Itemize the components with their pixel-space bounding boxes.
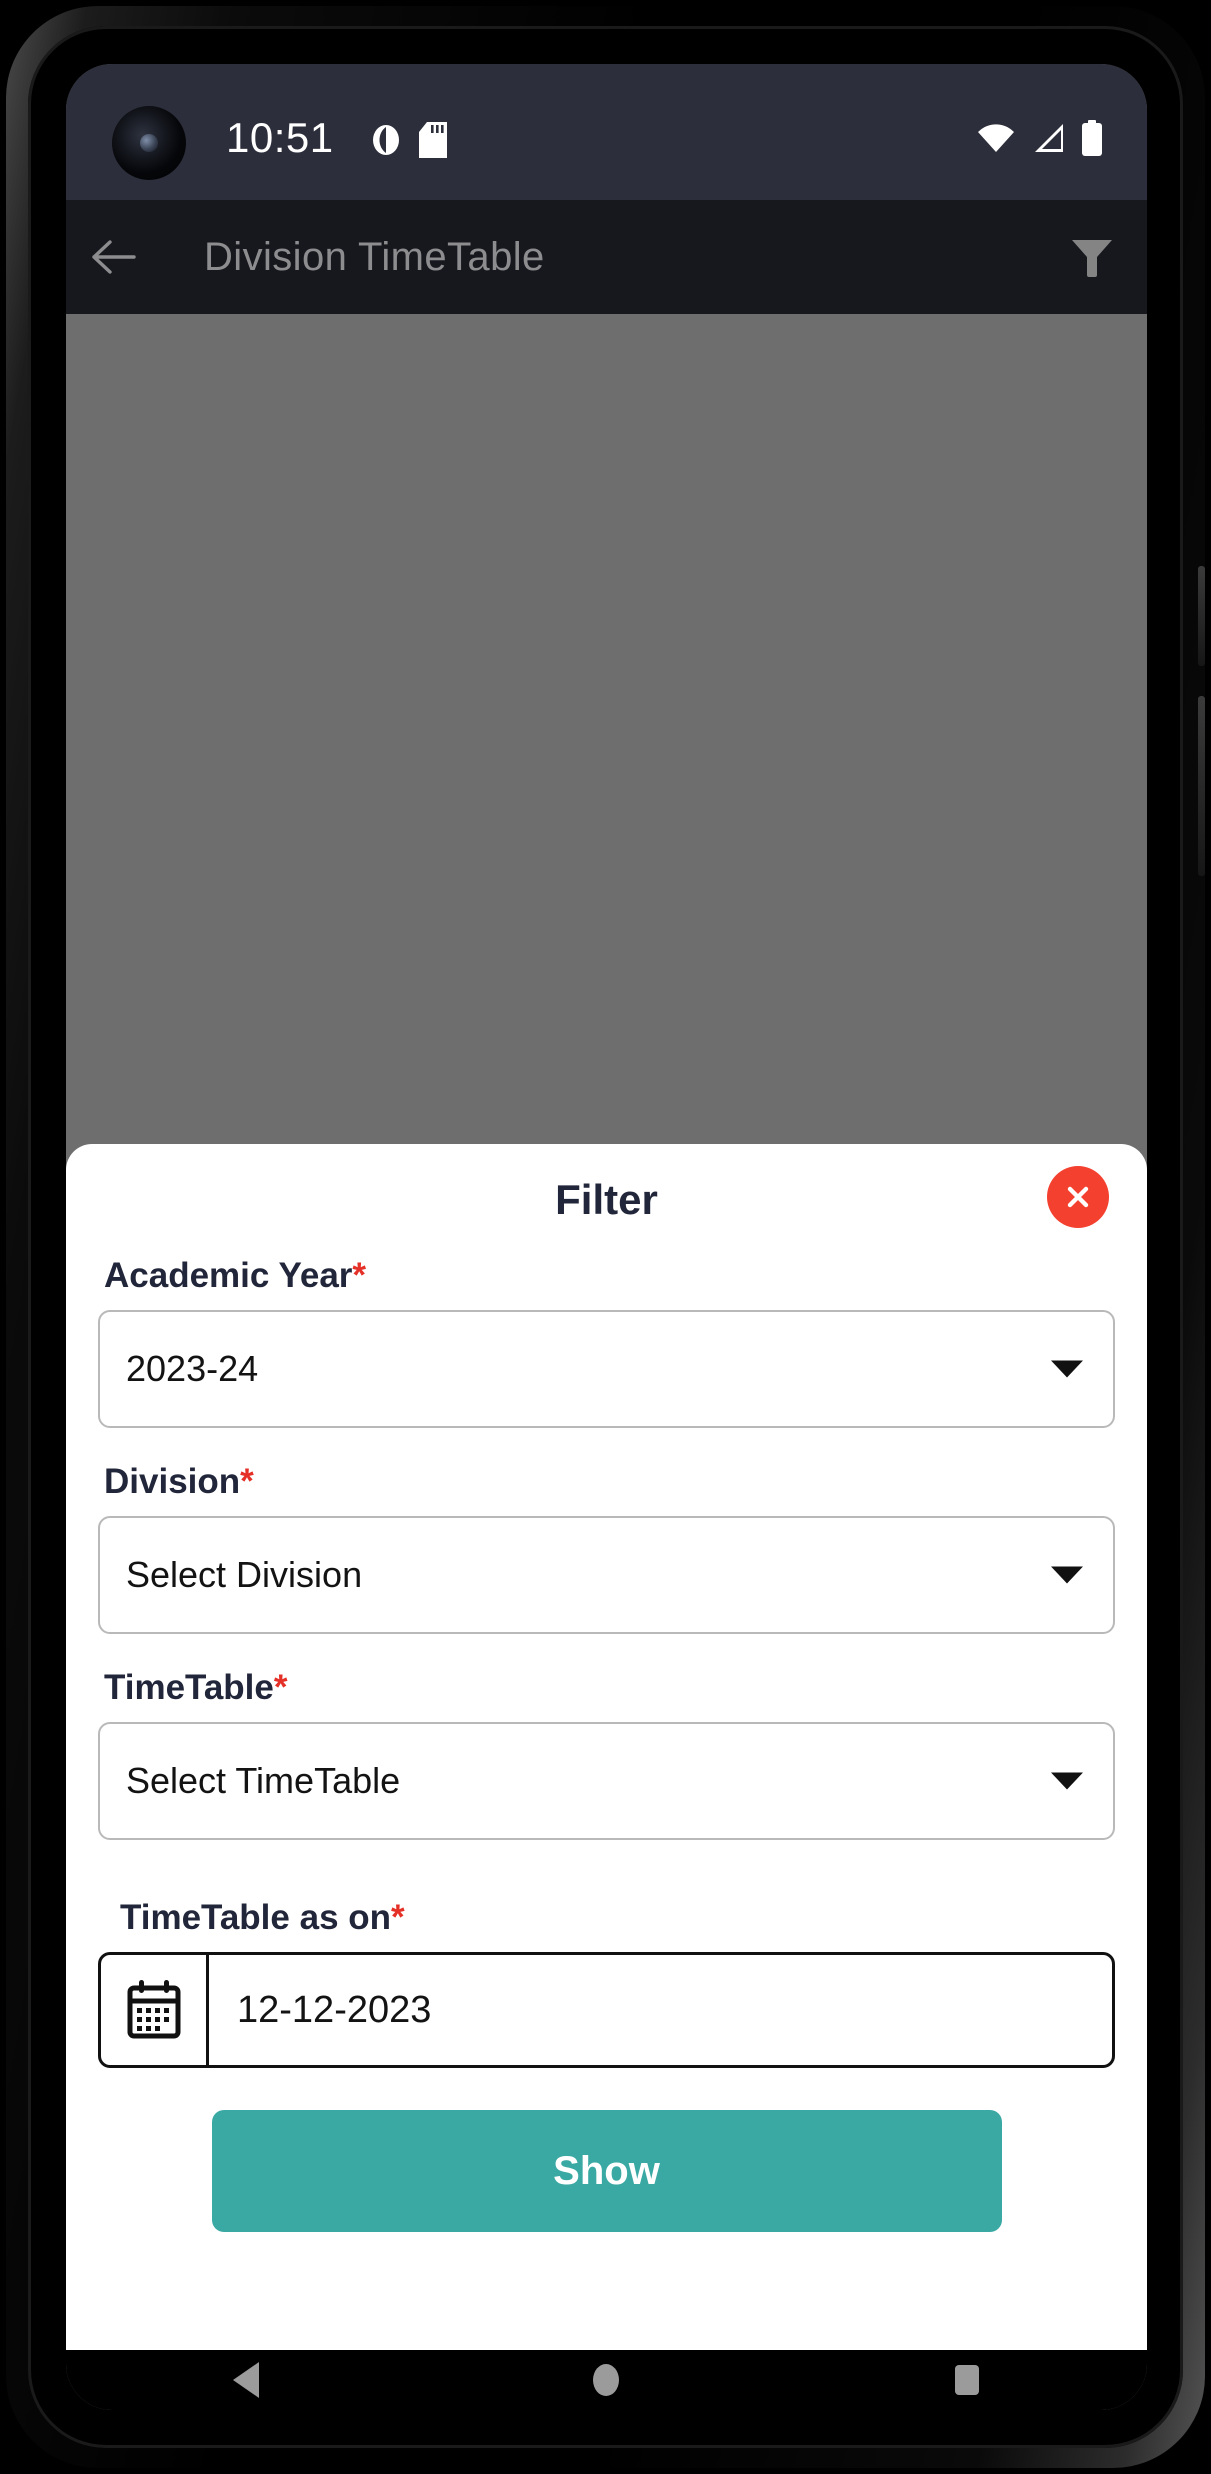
android-nav-bar [66, 2350, 1147, 2410]
nav-home-button[interactable] [516, 2350, 696, 2410]
show-button[interactable]: Show [211, 2110, 1002, 2232]
academic-year-label: Academic Year* [98, 1256, 1115, 1296]
division-value: Select Division [126, 1554, 363, 1595]
filter-button[interactable] [1037, 200, 1147, 314]
required-asterisk: * [273, 1668, 288, 1707]
division-select[interactable]: Select Division [98, 1516, 1115, 1634]
sd-card-icon [419, 122, 447, 162]
timetable-label: TimeTable* [98, 1668, 1115, 1708]
calendar-picker-button[interactable] [101, 1955, 209, 2065]
status-bar: 10:51 [66, 64, 1147, 200]
filter-bottom-sheet: Filter Academic Year* 2023-24 Division* … [66, 1144, 1147, 2350]
phone-frame: 10:51 Division TimeTable Filter Academic… [6, 6, 1205, 2468]
required-asterisk: * [352, 1256, 367, 1295]
required-asterisk: * [240, 1462, 254, 1501]
volume-button[interactable] [1198, 566, 1205, 666]
square-recents-icon [954, 2365, 979, 2395]
power-button[interactable] [1198, 696, 1205, 876]
status-bar-right-icons [977, 120, 1103, 160]
wifi-icon [977, 123, 1015, 157]
status-bar-clock: 10:51 [226, 114, 334, 161]
academic-year-select[interactable]: 2023-24 [98, 1310, 1115, 1428]
battery-icon [1081, 120, 1103, 160]
camera-lens-icon [140, 134, 158, 152]
triangle-back-icon [233, 2362, 260, 2398]
arrow-left-icon [92, 240, 136, 274]
timetable-as-on-label: TimeTable as on* [98, 1898, 1115, 1938]
field-division: Division* Select Division [96, 1462, 1117, 1634]
filter-sheet-title: Filter [555, 1176, 658, 1223]
do-not-disturb-icon [371, 123, 401, 161]
date-input-value[interactable]: 12-12-2023 [209, 1955, 1112, 2065]
close-icon [1067, 1186, 1089, 1208]
academic-year-label-text: Academic Year [104, 1256, 353, 1295]
date-input-row[interactable]: 12-12-2023 [98, 1952, 1115, 2068]
phone-bezel: 10:51 Division TimeTable Filter Academic… [28, 26, 1183, 2448]
chevron-down-icon [1051, 1360, 1083, 1378]
filter-funnel-icon [1072, 240, 1112, 277]
field-timetable: TimeTable* Select TimeTable [96, 1668, 1117, 1840]
filter-sheet-header: Filter [96, 1144, 1117, 1256]
timetable-value: Select TimeTable [126, 1760, 401, 1801]
page-title: Division TimeTable [204, 234, 545, 279]
calendar-icon [127, 1980, 180, 2039]
phone-screen: 10:51 Division TimeTable Filter Academic… [66, 64, 1147, 2410]
back-button[interactable] [66, 200, 162, 314]
division-label: Division* [98, 1462, 1115, 1502]
field-academic-year: Academic Year* 2023-24 [96, 1256, 1117, 1428]
division-label-text: Division [104, 1462, 241, 1501]
required-asterisk: * [391, 1898, 405, 1937]
chevron-down-icon [1051, 1566, 1083, 1584]
status-bar-left-icons [371, 122, 447, 162]
close-button[interactable] [1047, 1166, 1109, 1228]
nav-recents-button[interactable] [877, 2350, 1057, 2410]
academic-year-value: 2023-24 [126, 1348, 259, 1389]
field-timetable-as-on: TimeTable as on* 12-12-2023 [96, 1898, 1117, 2068]
chevron-down-icon [1051, 1772, 1083, 1790]
front-camera-icon [112, 106, 186, 180]
timetable-label-text: TimeTable [104, 1668, 274, 1707]
timetable-select[interactable]: Select TimeTable [98, 1722, 1115, 1840]
app-bar: Division TimeTable [66, 200, 1147, 314]
cellular-signal-icon [1031, 123, 1065, 157]
timetable-as-on-label-text: TimeTable as on [120, 1898, 392, 1937]
circle-home-icon [593, 2364, 620, 2396]
nav-back-button[interactable] [156, 2350, 336, 2410]
